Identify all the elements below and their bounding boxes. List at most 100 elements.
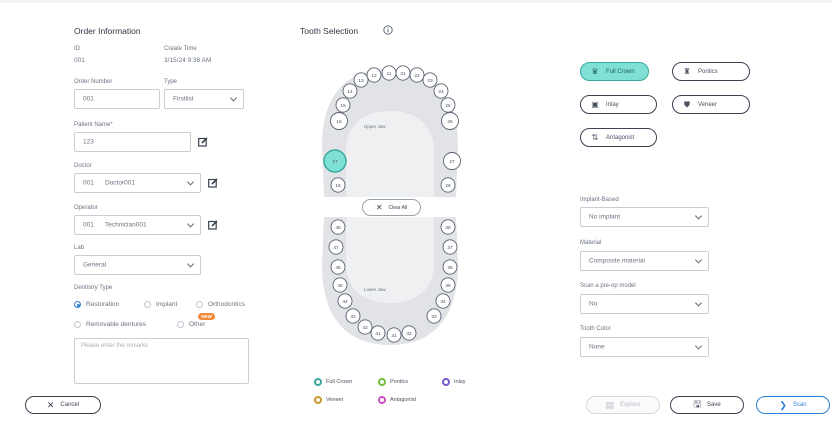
operator-name: Technician001: [105, 221, 147, 229]
tooth-13[interactable]: 13: [353, 72, 369, 88]
lab-select[interactable]: General: [74, 255, 201, 275]
radio-other[interactable]: Other: [177, 321, 205, 328]
tooth-46[interactable]: 46: [330, 259, 346, 275]
dentistry-type-label: Dentistry Type: [74, 285, 113, 291]
chevron-down-icon: [229, 94, 238, 102]
tooth-44[interactable]: 44: [337, 293, 353, 309]
tooth-14[interactable]: 14: [342, 83, 358, 99]
tooth-25[interactable]: 25: [440, 97, 456, 113]
tooth-28[interactable]: 28: [440, 177, 456, 193]
edit-icon[interactable]: [208, 220, 218, 230]
tooth-18[interactable]: 18: [330, 177, 346, 193]
tooth-47[interactable]: 47: [328, 239, 344, 255]
tooth-number: 43: [350, 314, 356, 320]
tooth-number: 37: [447, 245, 453, 251]
tooth-21[interactable]: 21: [395, 65, 411, 81]
tooth-23[interactable]: 23: [422, 72, 438, 88]
doctor-select[interactable]: 001 Doctor001: [74, 173, 201, 193]
implant-select[interactable]: No implant: [580, 207, 709, 227]
antagonist-button[interactable]: ⇅ Antagonist: [580, 128, 657, 147]
tooth-36[interactable]: 36: [442, 259, 458, 275]
edit-icon[interactable]: [208, 178, 218, 188]
order-info-title: Order Information: [74, 26, 141, 36]
legend-veneer: Veneer: [314, 396, 343, 404]
order-number-label: Order Number: [74, 79, 113, 85]
order-number-field[interactable]: 001: [74, 89, 160, 109]
tooth-33[interactable]: 33: [426, 308, 442, 324]
inlay-icon: ▣: [591, 100, 599, 109]
tooth-42[interactable]: 42: [357, 319, 373, 335]
explore-button[interactable]: ▤ Explore: [586, 396, 660, 414]
preop-select[interactable]: No: [580, 294, 709, 314]
tooth-34[interactable]: 34: [435, 293, 451, 309]
tooth-number: 17: [332, 159, 338, 165]
tooth-22[interactable]: 22: [409, 67, 425, 83]
legend-swatch: [442, 378, 450, 386]
tooth-number: 41: [375, 331, 381, 337]
save-button[interactable]: 🖫 Save: [670, 396, 744, 414]
doctor-code: 001: [83, 179, 94, 187]
explore-icon: ▤: [605, 399, 615, 410]
tooth-26[interactable]: 26: [441, 112, 459, 130]
pontics-button[interactable]: ♜ Pontics: [672, 62, 750, 81]
chevron-down-icon: [694, 299, 703, 307]
edit-icon[interactable]: [198, 137, 208, 147]
chevron-down-icon: [694, 256, 703, 264]
crown-icon: ♛: [591, 67, 599, 76]
tooth-41[interactable]: 41: [370, 325, 386, 341]
explore-label: Explore: [620, 402, 641, 408]
tooth-number: 47: [333, 245, 339, 251]
radio-removable-dentures[interactable]: Removable dentures: [74, 321, 146, 328]
type-value: Firstlist: [173, 95, 194, 103]
tooth-31[interactable]: 31: [386, 327, 402, 343]
inlay-button[interactable]: ▣ Inlay: [580, 95, 657, 114]
chevron-down-icon: [694, 342, 703, 350]
tooth-27[interactable]: 27: [443, 152, 461, 170]
tooth-37[interactable]: 37: [442, 239, 458, 255]
info-icon[interactable]: [383, 25, 393, 35]
tooth-48[interactable]: 48: [330, 219, 346, 235]
tooth-number: 36: [447, 265, 453, 271]
tooth-number: 32: [406, 331, 412, 337]
tooth-16[interactable]: 16: [330, 112, 348, 130]
operator-label: Operator: [74, 205, 98, 211]
full-crown-button[interactable]: ♛ Full Crown: [580, 62, 649, 81]
tooth-12[interactable]: 12: [366, 67, 382, 83]
radio-restoration[interactable]: Restoration: [74, 301, 119, 308]
tooth-45[interactable]: 45: [332, 277, 348, 293]
radio-removable-label: Removable dentures: [86, 321, 146, 328]
veneer-button[interactable]: ⛊ Veneer: [672, 95, 750, 114]
tooth-number: 46: [335, 265, 341, 271]
type-select[interactable]: Firstlist: [164, 89, 244, 109]
type-label: Type: [164, 79, 178, 85]
tooth-11[interactable]: 11: [381, 65, 397, 81]
tooth-number: 13: [358, 78, 364, 84]
preop-value: No: [589, 300, 598, 308]
legend-label: Pontics: [390, 379, 409, 385]
material-select[interactable]: Composite material: [580, 251, 709, 271]
cancel-button[interactable]: ✕ Cancel: [25, 396, 101, 414]
remarks-input[interactable]: [74, 338, 249, 384]
tooth-number: 18: [335, 183, 341, 189]
tooth-38[interactable]: 38: [440, 219, 456, 235]
tooth-43[interactable]: 43: [345, 308, 361, 324]
tooth-15[interactable]: 15: [335, 97, 351, 113]
tooth-color-select[interactable]: None: [580, 337, 709, 357]
radio-dot: [74, 321, 81, 328]
tooth-32[interactable]: 32: [401, 325, 417, 341]
legend-label: Antagonist: [390, 397, 416, 403]
patient-name-field[interactable]: 123: [74, 132, 191, 152]
upper-jaw-label: Upper Jaw: [364, 124, 386, 129]
tooth-number: 27: [449, 159, 455, 165]
save-icon: 🖫: [693, 399, 701, 409]
tooth-17[interactable]: 17: [323, 149, 347, 173]
operator-select[interactable]: 001 Technician001: [74, 215, 201, 235]
tooth-24[interactable]: 24: [433, 83, 449, 99]
radio-implant[interactable]: Implant: [144, 301, 177, 308]
tooth-35[interactable]: 35: [440, 277, 456, 293]
tooth-number: 28: [445, 183, 451, 189]
scan-button[interactable]: ❯ Scan: [756, 396, 830, 414]
clear-all-button[interactable]: ✕ Clear All: [362, 199, 421, 216]
radio-orthodontics[interactable]: Orthodontics: [196, 301, 245, 308]
order-number-value: 001: [83, 95, 94, 103]
